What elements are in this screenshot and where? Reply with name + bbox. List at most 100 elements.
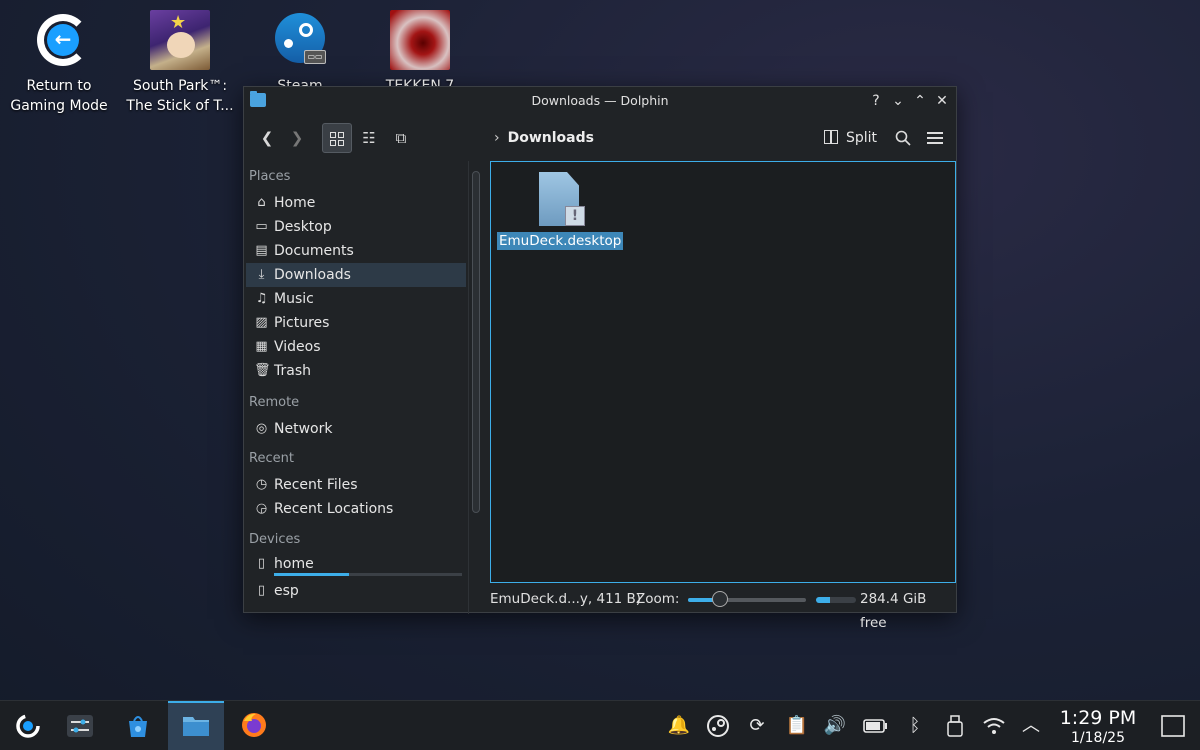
file-item[interactable]: ! EmuDeck.desktop xyxy=(497,172,624,250)
split-label: Split xyxy=(846,130,878,146)
place-label: Pictures xyxy=(274,315,330,331)
notifications-icon[interactable]: 🔔 xyxy=(666,713,692,739)
battery-icon[interactable] xyxy=(862,713,888,739)
downloads-icon: ⤓ xyxy=(258,267,265,282)
selection-info: EmuDeck.d...y, 411 B) xyxy=(490,591,642,607)
place-desktop[interactable]: ▭ Desktop xyxy=(246,215,466,239)
clock[interactable]: 1:29 PM 1/18/25 xyxy=(1058,707,1138,747)
place-videos[interactable]: ▦ Videos xyxy=(246,335,466,359)
dolphin-file-manager-icon xyxy=(183,717,209,736)
recent-locations-icon: ◶ xyxy=(255,501,268,516)
trash-icon: 🗑 xyxy=(254,363,271,378)
desktop-icon-tekken-7[interactable]: TEKKEN 7 xyxy=(365,10,475,96)
section-remote: Remote xyxy=(249,395,300,410)
back-button[interactable]: ❮ xyxy=(256,123,278,153)
update-icon[interactable]: ⟳ xyxy=(744,713,770,739)
help-button[interactable]: ? xyxy=(866,91,886,111)
place-home[interactable]: ⌂ Home xyxy=(246,191,466,215)
place-label: Desktop xyxy=(274,219,332,235)
section-recent: Recent xyxy=(249,451,294,466)
place-recent-locations[interactable]: ◶ Recent Locations xyxy=(246,497,466,521)
place-downloads[interactable]: ⤓ Downloads xyxy=(246,263,466,287)
taskbar-firefox[interactable] xyxy=(226,701,282,750)
zoom-slider[interactable] xyxy=(688,598,806,602)
home-usage-bar xyxy=(274,573,462,576)
forward-button[interactable]: ❯ xyxy=(286,123,308,153)
steam-tray[interactable] xyxy=(705,713,731,739)
desktop-icon-return-to-gaming-mode[interactable]: ← Return to Gaming Mode xyxy=(4,10,114,116)
dolphin-window: Downloads — Dolphin ? ⌄ ⌃ ✕ ❮ ❯ ☷ ⧉ › Dow… xyxy=(243,86,957,631)
clipboard-icon[interactable]: 📋 xyxy=(784,713,810,739)
place-trash[interactable]: 🗑 Trash xyxy=(246,359,466,383)
file-name: EmuDeck.desktop xyxy=(497,232,624,250)
zoom-slider-handle[interactable] xyxy=(712,591,728,607)
clock-date: 1/18/25 xyxy=(1071,730,1125,746)
volume-icon[interactable]: 🔊 xyxy=(822,713,848,739)
desktop-icon-south-park[interactable]: ★ South Park™: The Stick of T... xyxy=(125,10,235,116)
hamburger-menu-icon xyxy=(927,132,943,144)
clock-time: 1:29 PM xyxy=(1059,707,1137,729)
split-button[interactable]: Split xyxy=(824,123,877,153)
desktop-icon-steam[interactable]: ▭▭ Steam xyxy=(245,10,355,96)
bluetooth-icon[interactable]: ᛒ xyxy=(902,713,928,739)
place-label: Recent Files xyxy=(274,477,358,493)
desktop-icon: ▭ xyxy=(255,219,268,234)
breadcrumb[interactable]: › Downloads xyxy=(494,123,594,153)
compact-view-icon: ☷ xyxy=(362,129,376,147)
search-icon xyxy=(895,130,911,146)
menu-button[interactable] xyxy=(924,123,946,153)
places-divider xyxy=(468,161,469,614)
taskbar-discover-store[interactable] xyxy=(110,701,166,750)
usb-storage-icon[interactable] xyxy=(942,713,968,739)
south-park-game-icon: ★ xyxy=(150,10,210,70)
pictures-icon: ▨ xyxy=(255,315,268,330)
discover-store-icon xyxy=(129,716,147,737)
details-view-icon: ⧉ xyxy=(395,129,407,147)
window-titlebar[interactable]: Downloads — Dolphin ? ⌄ ⌃ ✕ xyxy=(244,87,956,115)
wifi-icon[interactable] xyxy=(981,713,1007,739)
place-network[interactable]: ◎ Network xyxy=(246,417,466,441)
places-scrollbar[interactable] xyxy=(472,171,480,513)
taskbar-dolphin[interactable] xyxy=(168,701,224,750)
section-places: Places xyxy=(249,169,291,184)
firefox-icon xyxy=(242,713,266,737)
expand-tray-icon[interactable]: ︿ xyxy=(1018,713,1044,739)
place-label: Videos xyxy=(274,339,321,355)
show-desktop-button[interactable] xyxy=(1160,713,1186,739)
details-view-button[interactable]: ⧉ xyxy=(388,123,414,153)
music-icon: ♫ xyxy=(255,291,268,306)
close-button[interactable]: ✕ xyxy=(932,91,952,111)
compact-view-button[interactable]: ☷ xyxy=(356,123,382,153)
place-recent-files[interactable]: ◷ Recent Files xyxy=(246,473,466,497)
drive-icon: ▯ xyxy=(257,556,266,571)
section-devices: Devices xyxy=(249,532,301,547)
taskbar-steam-deck-launcher[interactable] xyxy=(0,701,56,750)
home-icon: ⌂ xyxy=(257,195,266,210)
file-view[interactable]: ! EmuDeck.desktop xyxy=(490,161,956,583)
system-settings-icon xyxy=(67,715,93,737)
breadcrumb-downloads[interactable]: Downloads xyxy=(508,130,594,146)
place-label: Downloads xyxy=(274,267,351,283)
search-button[interactable] xyxy=(892,123,914,153)
maximize-button[interactable]: ⌃ xyxy=(910,91,930,111)
place-pictures[interactable]: ▨ Pictures xyxy=(246,311,466,335)
desktop-file-icon: ! xyxy=(537,172,585,226)
taskbar-system-settings[interactable] xyxy=(52,701,108,750)
steam-return-icon: ← xyxy=(29,10,89,70)
steam-deck-launcher-icon xyxy=(16,714,40,738)
documents-icon: ▤ xyxy=(255,243,268,258)
place-label: Network xyxy=(274,421,333,437)
minimize-button[interactable]: ⌄ xyxy=(888,91,908,111)
icons-view-button[interactable] xyxy=(322,123,352,153)
place-label: Home xyxy=(274,195,316,211)
place-label: Recent Locations xyxy=(274,501,394,517)
tekken-game-icon xyxy=(390,10,450,70)
place-device-esp[interactable]: ▯ esp xyxy=(246,579,466,603)
free-space: 284.4 GiB free xyxy=(860,591,927,631)
place-documents[interactable]: ▤ Documents xyxy=(246,239,466,263)
home-usage-fill xyxy=(274,573,350,576)
chevron-right-icon: › xyxy=(494,130,500,146)
place-music[interactable]: ♫ Music xyxy=(246,287,466,311)
place-label: esp xyxy=(274,583,299,599)
desktop-icon-label: Return to Gaming Mode xyxy=(10,78,108,114)
